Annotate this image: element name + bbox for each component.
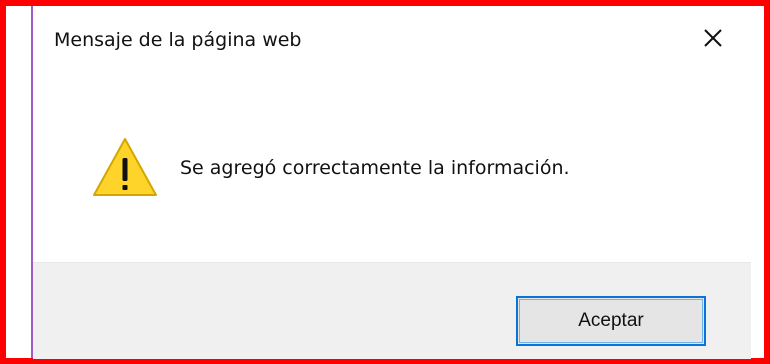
- close-button[interactable]: [693, 22, 733, 58]
- close-icon: [704, 29, 722, 47]
- accept-button[interactable]: Aceptar: [516, 296, 706, 346]
- warning-icon: [91, 136, 159, 198]
- dialog-message: Se agregó correctamente la información.: [180, 157, 570, 179]
- dialog-title: Mensaje de la página web: [54, 29, 302, 51]
